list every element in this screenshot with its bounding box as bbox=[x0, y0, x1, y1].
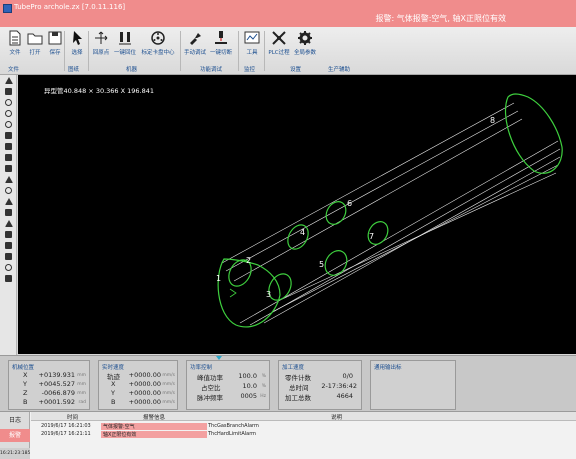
hole-label-3: 3 bbox=[266, 290, 271, 299]
tab-alarm[interactable]: 报警 bbox=[0, 429, 30, 442]
one-key-return-button[interactable]: 一键回位 bbox=[114, 30, 136, 62]
hole-label-2: 2 bbox=[246, 256, 251, 265]
grid-icon[interactable] bbox=[0, 240, 17, 251]
tube-outline bbox=[221, 102, 561, 326]
ribbon-toolbar: 文件 打开 保存 选择 回原点 一键回位 标定卡盘中心 手动调试 一键切断 工具 bbox=[0, 27, 576, 75]
realtime-speed-panel: 实时速度 轨迹 +0000.00 mm/s X +0000.00 mm/s Y +0000… bbox=[98, 360, 178, 410]
flip-icon[interactable] bbox=[0, 174, 17, 185]
app-icon bbox=[3, 4, 12, 13]
line-icon[interactable] bbox=[0, 163, 17, 174]
lead-in-marker bbox=[229, 288, 237, 298]
rectangle-icon[interactable] bbox=[0, 141, 17, 152]
hole-6 bbox=[325, 201, 347, 225]
return-origin-button[interactable]: 回原点 bbox=[90, 30, 112, 62]
window-title: TubePro archole.zx [7.0.11.116] bbox=[14, 3, 126, 11]
magnifier-icon[interactable] bbox=[0, 108, 17, 119]
process-panel: 加工速度 零件计数 0/0 总时间 2-17:36:42 加工总数 4664 bbox=[278, 360, 362, 410]
one-key-cut-icon bbox=[215, 31, 227, 44]
group-production: 生产辅助 bbox=[328, 67, 351, 73]
drawing-canvas[interactable]: 1 2 3 4 5 6 7 8 异型管40.848 × 30.366 X 196… bbox=[18, 75, 576, 354]
circle-icon[interactable] bbox=[0, 119, 17, 130]
group-debug: 功能调试 bbox=[200, 67, 223, 73]
machine-z: -0066.879 bbox=[41, 389, 75, 397]
hole-label-5: 5 bbox=[319, 260, 324, 269]
title-bar: TubePro archole.zx [7.0.11.116] 报警: 气体报警… bbox=[0, 0, 576, 27]
machine-b: +0001.592 bbox=[38, 398, 75, 406]
lead-icon[interactable] bbox=[0, 262, 17, 273]
manual-debug-button[interactable]: 手动调试 bbox=[184, 30, 206, 62]
drop-icon[interactable] bbox=[0, 185, 17, 196]
measure-icon[interactable] bbox=[0, 273, 17, 284]
log-table-header: 时间 报警信息 说明 bbox=[31, 412, 576, 421]
general-output-panel: 通用输出标 bbox=[370, 360, 456, 410]
node-icon[interactable] bbox=[0, 196, 17, 207]
col-alarm-info: 报警信息 bbox=[143, 415, 166, 421]
tube-end-right bbox=[504, 93, 563, 174]
home-axis-icon bbox=[95, 31, 108, 44]
folder-open-icon bbox=[27, 33, 43, 45]
document-icon bbox=[9, 30, 21, 46]
group-machine: 机器 bbox=[126, 67, 138, 73]
log-tabs: 日志 报警 16:21:23:185 bbox=[0, 412, 30, 459]
plc-process-button[interactable]: PLC过程 bbox=[268, 30, 290, 62]
log-row[interactable]: 2019/6/17 16:21:11 轴X正限位有效 ThcHardLimitA… bbox=[31, 431, 576, 438]
hole-label-4: 4 bbox=[300, 228, 305, 237]
group-file: 文件 bbox=[8, 67, 20, 73]
array-icon[interactable] bbox=[0, 251, 17, 262]
save-icon bbox=[48, 31, 62, 45]
select-button[interactable]: 选择 bbox=[66, 30, 88, 62]
hole-label-1: 1 bbox=[216, 274, 221, 283]
machine-position-panel: 机械位置 X +0139.931 mm Y +0045.527 mm Z -0066.87… bbox=[8, 360, 90, 410]
group-settings: 设置 bbox=[290, 67, 302, 73]
part-dimensions: 异型管40.848 × 30.366 X 196.841 bbox=[44, 87, 155, 95]
chuck-center-icon bbox=[151, 31, 165, 45]
left-toolbar bbox=[0, 75, 17, 355]
layer-icon[interactable] bbox=[0, 152, 17, 163]
chuck-center-button[interactable]: 标定卡盘中心 bbox=[139, 30, 177, 62]
one-key-cut-button[interactable]: 一键切断 bbox=[210, 30, 232, 62]
eye-icon[interactable] bbox=[0, 97, 17, 108]
pointer-icon[interactable] bbox=[0, 75, 17, 86]
group-drawing: 图纸 bbox=[68, 67, 80, 73]
hole-label-6: 6 bbox=[347, 199, 352, 208]
pen-icon[interactable] bbox=[0, 229, 17, 240]
triangle-icon[interactable] bbox=[0, 218, 17, 229]
one-key-return-icon bbox=[119, 32, 131, 45]
hole-label-7: 7 bbox=[369, 232, 374, 241]
machine-y: +0045.527 bbox=[38, 380, 75, 388]
power-control-panel: 功率控制 峰值功率 100.0% 占空比 10.0% 脉冲频率 0005 Hz bbox=[186, 360, 270, 410]
col-description: 说明 bbox=[331, 415, 343, 421]
save-button[interactable]: 保存 bbox=[44, 30, 66, 62]
cross-icon[interactable] bbox=[0, 207, 17, 218]
alarm-banner: 报警: 气体报警:空气, 轴X正限位有效 bbox=[375, 14, 507, 23]
tools-icon bbox=[244, 31, 260, 44]
machine-x: +0139.931 bbox=[38, 371, 75, 379]
tools-button[interactable]: 工具 bbox=[241, 30, 263, 62]
tab-log[interactable]: 日志 bbox=[0, 414, 30, 427]
status-panels: 机械位置 X +0139.931 mm Y +0045.527 mm Z -0066.87… bbox=[0, 355, 576, 411]
log-row[interactable]: 2019/6/17 16:21:03 气体报警:空气 ThcGasBranchA… bbox=[31, 423, 576, 430]
global-params-button[interactable]: 全局参数 bbox=[294, 30, 316, 62]
cursor-icon bbox=[73, 31, 82, 45]
open-button[interactable]: 打开 bbox=[24, 30, 46, 62]
col-time: 时间 bbox=[67, 415, 79, 421]
polygon-icon[interactable] bbox=[0, 130, 17, 141]
log-area: 日志 报警 16:21:23:185 时间 报警信息 说明 2019/6/17 … bbox=[0, 411, 576, 459]
group-monitor: 监控 bbox=[244, 67, 256, 73]
manual-debug-icon bbox=[190, 33, 201, 45]
status-clock: 16:21:23:185 bbox=[0, 448, 30, 459]
global-params-icon bbox=[298, 31, 312, 45]
tube-part-drawing: 1 2 3 4 5 6 7 8 bbox=[216, 93, 563, 328]
plc-process-icon bbox=[272, 31, 286, 45]
hand-icon[interactable] bbox=[0, 86, 17, 97]
hole-label-8: 8 bbox=[490, 116, 495, 125]
file-button[interactable]: 文件 bbox=[4, 30, 26, 62]
